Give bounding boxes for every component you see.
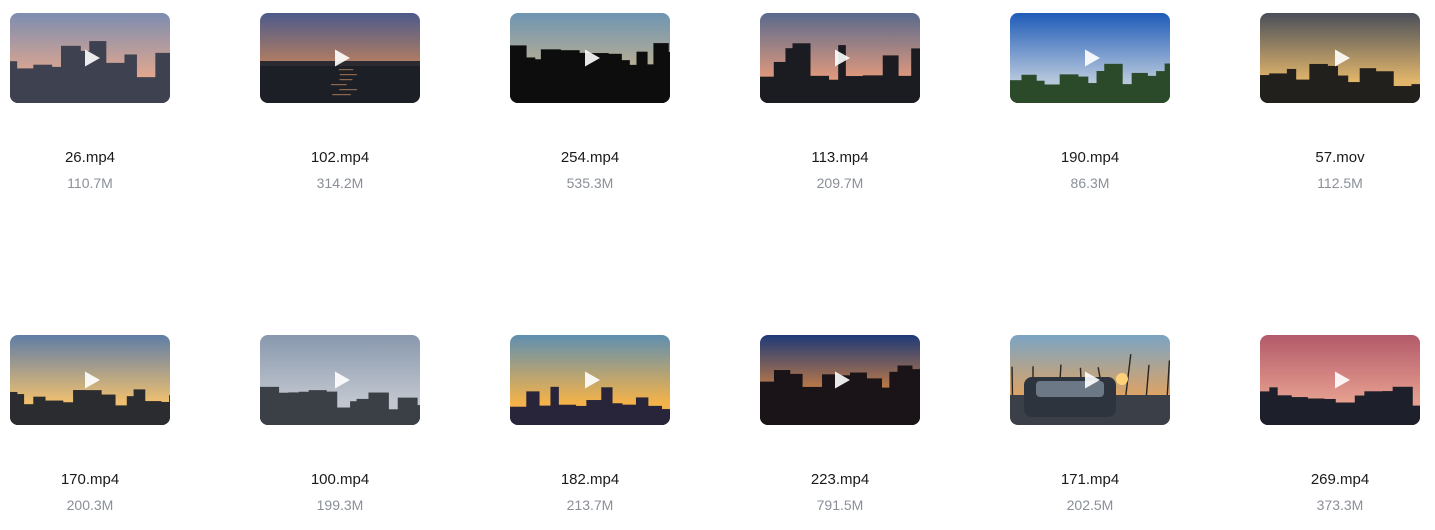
video-thumbnail[interactable] — [260, 13, 420, 103]
video-thumbnail[interactable] — [760, 13, 920, 103]
video-tile[interactable]: 26.mp4 110.7M — [10, 13, 170, 192]
play-icon — [835, 371, 850, 389]
video-filesize: 202.5M — [1066, 497, 1114, 513]
video-filename: 182.mp4 — [560, 471, 620, 488]
video-tile[interactable]: 102.mp4 314.2M — [260, 13, 420, 192]
video-tile[interactable]: 254.mp4 535.3M — [510, 13, 670, 192]
video-thumbnail[interactable] — [1010, 335, 1170, 425]
play-icon — [1335, 371, 1350, 389]
video-filename: 26.mp4 — [64, 149, 116, 166]
video-thumbnail[interactable] — [1260, 13, 1420, 103]
play-icon — [585, 49, 600, 67]
video-filename: 170.mp4 — [60, 471, 120, 488]
video-filesize: 110.7M — [67, 175, 113, 191]
video-filesize: 373.3M — [1316, 497, 1364, 513]
video-thumbnail[interactable] — [10, 335, 170, 425]
video-filename: 223.mp4 — [810, 471, 870, 488]
play-icon — [335, 371, 350, 389]
video-tile[interactable]: 182.mp4 213.7M — [510, 335, 670, 514]
video-filesize: 791.5M — [816, 497, 864, 513]
video-tile[interactable]: 57.mov 112.5M — [1260, 13, 1420, 192]
video-filename: 269.mp4 — [1310, 471, 1370, 488]
video-filesize: 314.2M — [316, 175, 364, 191]
video-filesize: 86.3M — [1070, 175, 1110, 191]
play-icon — [1085, 49, 1100, 67]
play-icon — [585, 371, 600, 389]
video-filename: 254.mp4 — [560, 149, 620, 166]
video-filesize: 112.5M — [1317, 175, 1363, 191]
video-filename: 100.mp4 — [310, 471, 370, 488]
play-icon — [1335, 49, 1350, 67]
video-filename: 171.mp4 — [1060, 471, 1120, 488]
video-thumbnail[interactable] — [760, 335, 920, 425]
play-icon — [335, 49, 350, 67]
video-filename: 113.mp4 — [811, 149, 869, 166]
video-thumbnail[interactable] — [510, 13, 670, 103]
video-thumbnail[interactable] — [510, 335, 670, 425]
video-tile[interactable]: 269.mp4 373.3M — [1260, 335, 1420, 514]
video-grid: 26.mp4 110.7M 102.mp4 314.2M 254.mp4 535… — [0, 0, 1435, 530]
video-filename: 102.mp4 — [310, 149, 370, 166]
video-thumbnail[interactable] — [260, 335, 420, 425]
play-icon — [835, 49, 850, 67]
video-filesize: 209.7M — [816, 175, 864, 191]
video-tile[interactable]: 170.mp4 200.3M — [10, 335, 170, 514]
video-filesize: 213.7M — [566, 497, 614, 513]
play-icon — [1085, 371, 1100, 389]
video-tile[interactable]: 100.mp4 199.3M — [260, 335, 420, 514]
video-filename: 190.mp4 — [1060, 149, 1120, 166]
video-filename: 57.mov — [1315, 149, 1365, 166]
play-icon — [85, 49, 100, 67]
video-thumbnail[interactable] — [1010, 13, 1170, 103]
video-filesize: 535.3M — [566, 175, 614, 191]
video-tile[interactable]: 171.mp4 202.5M — [1010, 335, 1170, 514]
video-tile[interactable]: 223.mp4 791.5M — [760, 335, 920, 514]
video-filesize: 199.3M — [316, 497, 364, 513]
play-icon — [85, 371, 100, 389]
video-tile[interactable]: 113.mp4 209.7M — [760, 13, 920, 192]
video-filesize: 200.3M — [66, 497, 114, 513]
video-thumbnail[interactable] — [1260, 335, 1420, 425]
video-tile[interactable]: 190.mp4 86.3M — [1010, 13, 1170, 192]
video-thumbnail[interactable] — [10, 13, 170, 103]
